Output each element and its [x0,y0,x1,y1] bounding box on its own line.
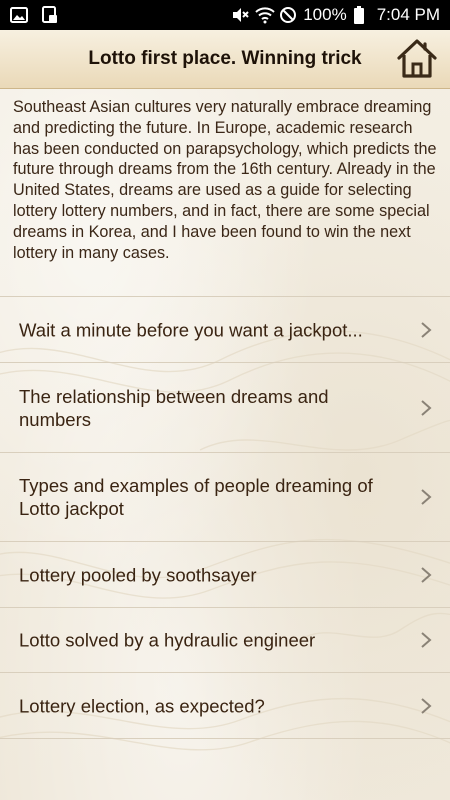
home-icon [397,39,437,78]
mute-icon [231,6,249,24]
chevron-right-icon [421,697,432,714]
chevron-right-icon [421,399,432,416]
menu-item-jackpot-wait[interactable]: Wait a minute before you want a jackpot.… [0,297,450,363]
menu-item-label: The relationship between dreams and numb… [19,385,329,430]
chevron-right-icon [421,321,432,338]
menu-item-lottery-election[interactable]: Lottery election, as expected? [0,673,450,739]
menu-item-label: Lottery election, as expected? [19,695,265,716]
battery-percent: 100% [303,5,347,24]
status-bar: 100% 7:04 PM [0,0,450,30]
chevron-right-icon [421,566,432,583]
image-icon [10,6,28,24]
menu-item-dreams-numbers[interactable]: The relationship between dreams and numb… [0,363,450,453]
menu-item-types-examples[interactable]: Types and examples of people dreaming of… [0,453,450,542]
battery-icon [353,6,371,24]
cast-icon [40,6,58,24]
no-disturb-icon [279,6,297,24]
page-title: Lotto first place. Winning trick [88,48,362,69]
chevron-right-icon [421,632,432,648]
menu-item-label: Lottery pooled by soothsayer [19,564,257,585]
intro-text: Southeast Asian cultures very naturally … [13,98,437,262]
chevron-right-icon [421,489,432,505]
app-header: Lotto first place. Winning trick [0,30,450,89]
clock: 7:04 PM [376,5,440,24]
menu-item-soothsayer[interactable]: Lottery pooled by soothsayer [0,542,450,608]
menu-item-label: Lotto solved by a hydraulic engineer [19,629,316,651]
menu-item-label: Wait a minute before you want a jackpot.… [19,319,363,340]
topic-menu: Wait a minute before you want a jackpot.… [0,296,450,739]
menu-item-label: Types and examples of people dreaming of… [19,475,373,519]
menu-item-hydraulic-engineer[interactable]: Lotto solved by a hydraulic engineer [0,608,450,673]
wifi-icon [255,6,275,24]
home-button[interactable] [394,36,440,80]
